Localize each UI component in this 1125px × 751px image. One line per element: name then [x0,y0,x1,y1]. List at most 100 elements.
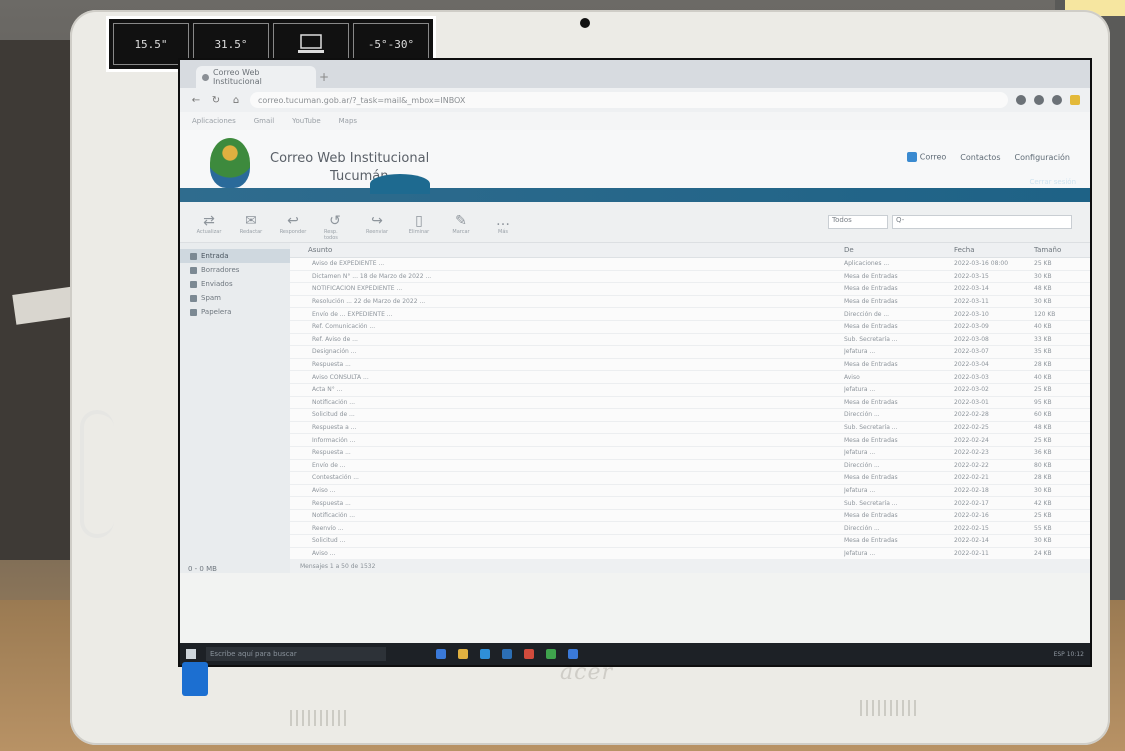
trash-icon: ▯ [415,213,423,229]
table-row[interactable]: Ref. Aviso de ... Sub. Secretaría ... 2022… [290,334,1090,347]
row-date: 2022-03-14 [954,285,989,293]
table-row[interactable]: Designación ... Jefatura ... 2022-03-07 35 … [290,346,1090,359]
row-subject: Notificación ... [312,512,356,520]
more-button[interactable]: … Más [492,213,514,235]
delete-button[interactable]: ▯ Eliminar [408,213,430,235]
row-date: 2022-02-11 [954,549,989,557]
table-row[interactable]: Notificación ... Mesa de Entradas 2022-03-… [290,397,1090,410]
row-subject: Solicitud de ... [312,411,355,419]
header-from[interactable]: De [844,246,954,254]
logout-link[interactable]: Cerrar sesión [1030,178,1076,186]
row-size: 40 KB [1034,323,1052,331]
table-row[interactable]: Ref. Comunicación ... Mesa de Entradas 202… [290,321,1090,334]
extension-icon[interactable] [1034,95,1044,105]
back-icon[interactable]: ← [190,94,202,106]
explorer-icon[interactable] [458,649,468,659]
row-date: 2022-03-03 [954,373,989,381]
table-row[interactable]: Respuesta a ... Sub. Secretaría ... 2022-0… [290,422,1090,435]
table-row[interactable]: Respuesta ... Jefatura ... 2022-02-23 36 KB [290,447,1090,460]
windows-start-icon[interactable] [186,649,196,659]
header-size[interactable]: Tamaño [1034,246,1090,254]
institution-logo [210,138,250,188]
table-row[interactable]: Respuesta ... Sub. Secretaría ... 2022-02-… [290,497,1090,510]
forward-icon: ↪ [371,213,383,229]
star-icon[interactable] [1016,95,1026,105]
header-date[interactable]: Fecha [954,246,1034,254]
bookmark-item[interactable]: Aplicaciones [192,117,236,125]
row-date: 2022-03-10 [954,310,989,318]
table-row[interactable]: Solicitud de ... Dirección ... 2022-02-28 6… [290,409,1090,422]
table-row[interactable]: Notificación ... Mesa de Entradas 2022-02-… [290,510,1090,523]
refresh-button[interactable]: ⇄ Actualizar [197,213,222,235]
profile-icon[interactable] [1052,95,1062,105]
filter-select[interactable]: Todos [828,215,888,229]
browser-tab[interactable]: Correo Web Institucional [196,66,316,88]
url-field[interactable]: correo.tucuman.gob.ar/?_task=mail&_mbox=… [250,92,1008,108]
reply-button[interactable]: ↩ Responder [280,213,307,235]
row-from: Dirección ... [844,461,880,469]
store-icon[interactable] [480,649,490,659]
windows-taskbar: Escribe aquí para buscar ESP 10:12 [180,643,1090,665]
table-row[interactable]: Envío de ... EXPEDIENTE ... Dirección de … [290,308,1090,321]
table-row[interactable]: NOTIFICACION EXPEDIENTE ... Mesa de Entra… [290,283,1090,296]
table-row[interactable]: Solicitud ... Mesa de Entradas 2022-02-14 3… [290,535,1090,548]
row-size: 30 KB [1034,298,1052,306]
table-row[interactable]: Aviso CONSULTA ... Aviso 2022-03-03 40 KB [290,371,1090,384]
row-date: 2022-03-11 [954,298,989,306]
reading-list-icon[interactable] [1070,95,1080,105]
row-from: Mesa de Entradas [844,272,898,280]
row-from: Mesa de Entradas [844,298,898,306]
forward-button[interactable]: ↪ Reenviar [366,213,388,235]
table-row[interactable]: Contestación ... Mesa de Entradas 2022-02-… [290,472,1090,485]
trash-folder-icon [190,308,197,316]
word-icon[interactable] [568,649,578,659]
system-tray[interactable]: ESP 10:12 [1054,651,1084,658]
table-row[interactable]: Respuesta ... Mesa de Entradas 2022-03-04 2… [290,359,1090,372]
row-subject: Información ... [312,436,356,444]
folder-spam[interactable]: Spam [180,291,290,305]
folder-inbox[interactable]: Entrada [180,249,290,263]
row-date: 2022-03-04 [954,361,989,369]
header-subject[interactable]: Asunto [290,246,844,254]
chrome-icon[interactable] [546,649,556,659]
row-subject: Respuesta ... [312,499,351,507]
nav-contacts[interactable]: Contactos [960,153,1000,162]
compose-button[interactable]: ✉ Redactar [240,213,262,235]
table-row[interactable]: Dictamen N° ... 18 de Marzo de 2022 ... M… [290,271,1090,284]
row-from: Dirección ... [844,411,880,419]
table-row[interactable]: Información ... Mesa de Entradas 2022-02-2… [290,434,1090,447]
reload-icon[interactable]: ↻ [210,94,222,106]
search-input[interactable]: Q- [892,215,1072,229]
mark-button[interactable]: ✎ Marcar [450,213,472,235]
home-icon[interactable]: ⌂ [230,94,242,106]
photo-scene: 15.5" 31.5° -5°-30° Correo Web Instituci… [0,0,1125,751]
new-tab-button[interactable]: + [316,66,332,88]
row-size: 60 KB [1034,411,1052,419]
spam-icon [190,294,197,302]
table-row[interactable]: Reenvío ... Dirección ... 2022-02-15 55 KB [290,522,1090,536]
all-in-one-monitor: 15.5" 31.5° -5°-30° Correo Web Instituci… [70,10,1110,745]
row-subject: Envío de ... EXPEDIENTE ... [312,310,393,318]
table-row[interactable]: Resolución ... 22 de Marzo de 2022 ... Me… [290,296,1090,309]
edge-icon[interactable] [436,649,446,659]
folder-trash[interactable]: Papelera [180,305,290,319]
bookmark-item[interactable]: Gmail [254,117,274,125]
taskbar-search[interactable]: Escribe aquí para buscar [206,647,386,661]
office-icon[interactable] [524,649,534,659]
bookmark-item[interactable]: Maps [339,117,357,125]
nav-settings[interactable]: Configuración [1014,153,1070,162]
row-from: Jefatura ... [844,386,876,394]
inbox-icon [190,252,197,260]
folder-drafts[interactable]: Borradores [180,263,290,277]
table-row[interactable]: Aviso de EXPEDIENTE ... Aplicaciones ... 2… [290,258,1090,271]
bookmark-item[interactable]: YouTube [292,117,320,125]
reply-all-button[interactable]: ↺ Resp. todos [324,213,346,241]
table-row[interactable]: Acta N° ... Jefatura ... 2022-03-02 25 KB [290,384,1090,397]
table-row[interactable]: Aviso ... Jefatura ... 2022-02-18 30 KB [290,485,1090,498]
reply-all-icon: ↺ [329,213,341,229]
row-date: 2022-03-08 [954,335,989,343]
folder-sent[interactable]: Enviados [180,277,290,291]
table-row[interactable]: Envío de ... Dirección ... 2022-02-22 80 KB [290,460,1090,473]
nav-mail[interactable]: Correo [906,152,946,162]
mail-app-icon[interactable] [502,649,512,659]
